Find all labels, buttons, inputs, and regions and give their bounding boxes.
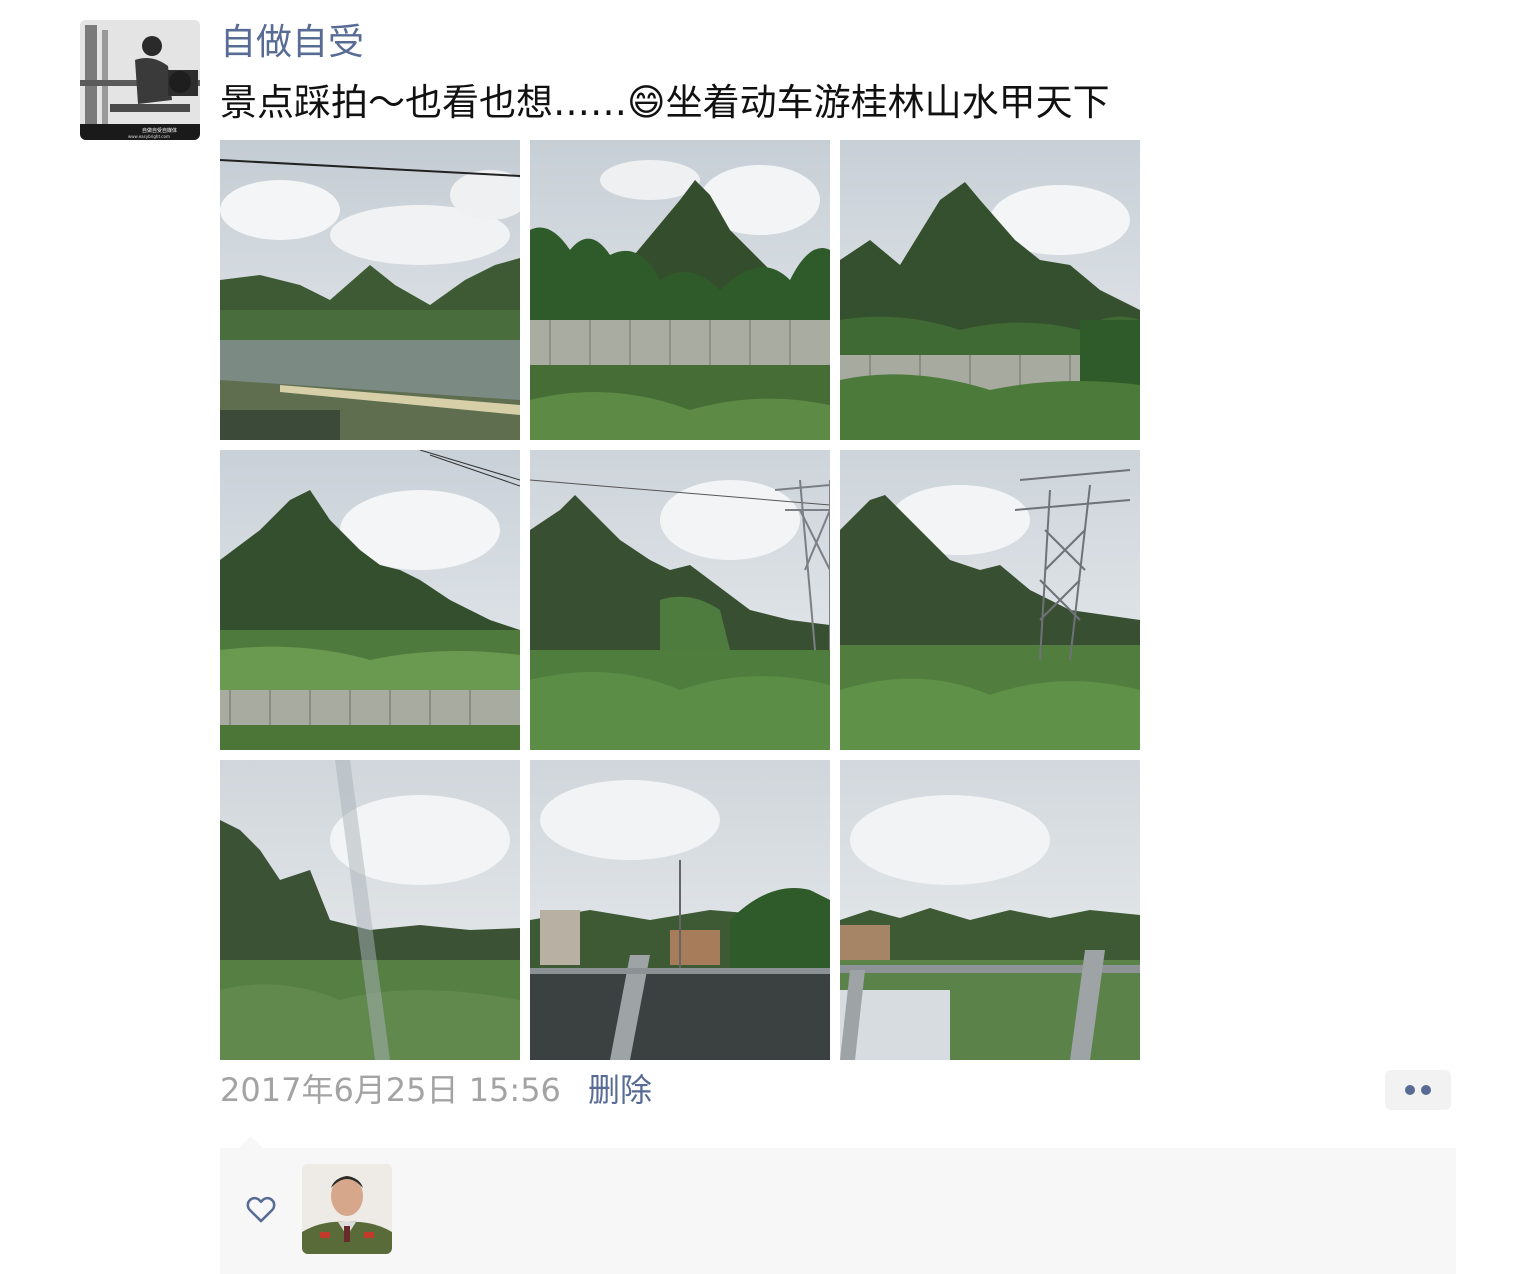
photo-5[interactable] <box>530 450 830 750</box>
photo-4[interactable] <box>220 450 520 750</box>
heart-outline-icon <box>246 1196 276 1223</box>
avatar-caption-url: www.easybright.com <box>128 134 170 139</box>
more-actions-button[interactable] <box>1385 1070 1451 1110</box>
author-avatar[interactable]: 自做自受自媒体 www.easybright.com <box>80 20 200 140</box>
post-timestamp: 2017年6月25日 15:56 <box>220 1071 561 1109</box>
photo-6[interactable] <box>840 450 1140 750</box>
photo-2[interactable] <box>530 140 830 440</box>
delete-button[interactable]: 删除 <box>588 1068 652 1112</box>
post-text: 景点踩拍～也看也想……😄坐着动车游桂林山水甲天下 <box>220 81 1110 124</box>
photo-grid <box>220 140 1140 1060</box>
more-dot-icon <box>1421 1085 1431 1095</box>
more-dot-icon <box>1405 1085 1415 1095</box>
author-avatar-image: 自做自受自媒体 www.easybright.com <box>80 20 200 140</box>
liker-avatar[interactable] <box>302 1164 392 1254</box>
photo-9[interactable] <box>840 760 1140 1060</box>
photo-1[interactable] <box>220 140 520 440</box>
photo-7[interactable] <box>220 760 520 1060</box>
photo-8[interactable] <box>530 760 830 1060</box>
likes-panel <box>220 1148 1456 1274</box>
author-name[interactable]: 自做自受 <box>220 18 364 68</box>
avatar-caption: 自做自受自媒体 <box>142 127 177 134</box>
photo-3[interactable] <box>840 140 1140 440</box>
